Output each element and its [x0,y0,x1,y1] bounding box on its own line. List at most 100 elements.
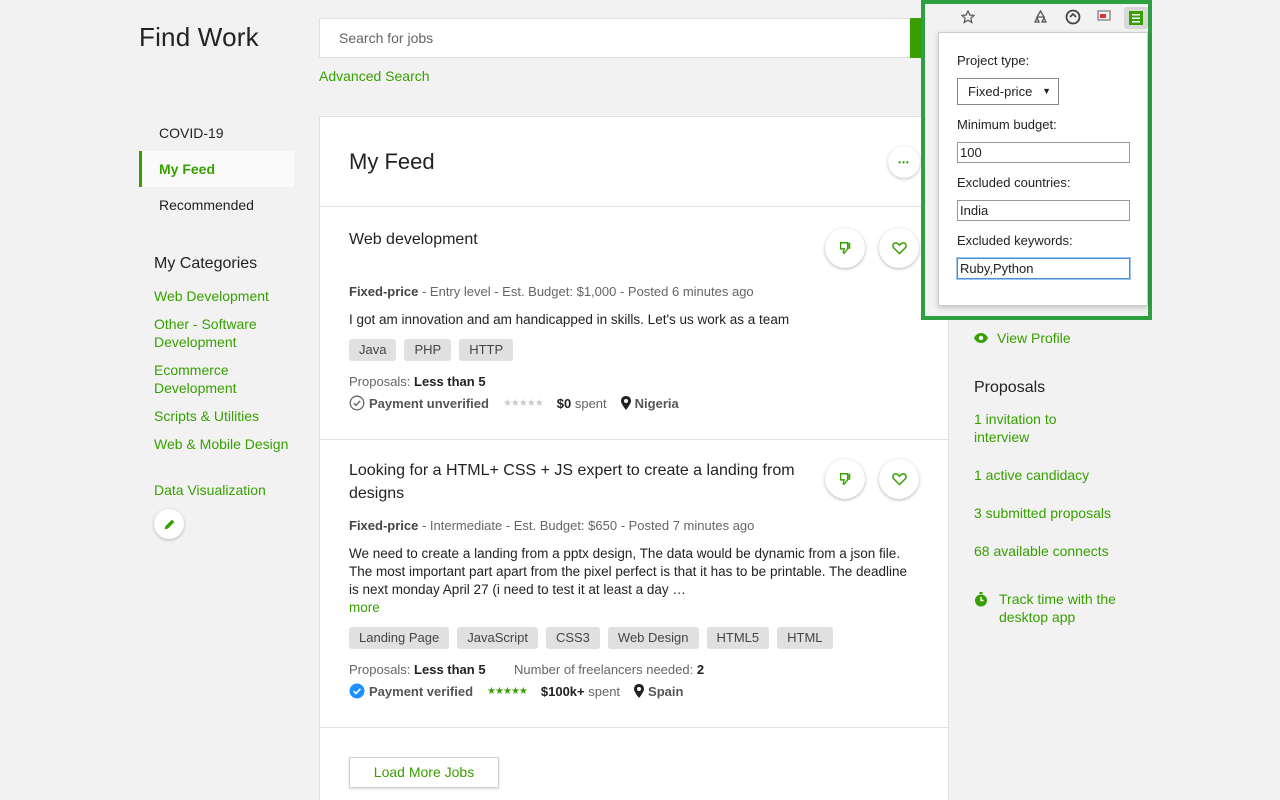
view-profile-link[interactable]: View Profile [974,329,1071,347]
job-details: - Intermediate - Est. Budget: $650 - Pos… [418,518,755,533]
job-description-text: We need to create a landing from a pptx … [349,546,908,597]
proposals-title: Proposals [974,379,1046,396]
view-profile-label[interactable]: View Profile [997,329,1071,347]
advanced-search-link[interactable]: Advanced Search [319,68,430,84]
save-job-button[interactable] [879,228,919,268]
proposals-link[interactable]: 1 invitation to interview [974,410,1114,446]
client-rating-stars: ★★★★★ [487,685,528,697]
freelancers-value: 2 [696,662,705,677]
job-tile[interactable]: Web development Fixed-price - Entry leve… [320,208,948,440]
eye-icon [974,333,988,343]
thumbs-down-icon [839,242,851,255]
feed-panel: My Feed ••• Web development Fixed-price … [319,116,949,800]
skill-tag[interactable]: Landing Page [349,627,450,649]
track-time-label[interactable]: Track time with the desktop app [999,590,1134,626]
extension-popup-frame: Project type: Fixed-price ▼ Minimum budg… [921,0,1152,320]
my-categories-title: My Categories [154,255,258,272]
freelancers-label: Number of freelancers needed: [514,662,694,677]
nav-item-my-feed[interactable]: My Feed [139,151,294,187]
spent-amount: $100k+ [540,683,585,699]
location-name: Nigeria [634,395,679,411]
client-location: Spain [634,684,683,699]
spent-label: spent [584,683,621,699]
proposals-link[interactable]: 3 submitted proposals [974,504,1111,522]
job-tile[interactable]: Looking for a HTML+ CSS + JS expert to c… [320,440,948,728]
skill-tag[interactable]: PHP [404,339,452,361]
cast-icon[interactable] [1097,10,1111,23]
skill-tag[interactable]: CSS3 [545,627,600,649]
sync-icon[interactable] [1065,9,1081,25]
dislike-button[interactable] [825,228,865,268]
job-title[interactable]: Web development [349,228,809,251]
job-type: Fixed-price [349,284,419,299]
minimum-budget-input[interactable]: 100 [957,142,1130,163]
job-tags: Java PHP HTTP [349,339,514,361]
filter-settings-panel: Project type: Fixed-price ▼ Minimum budg… [938,32,1148,306]
edit-categories-button[interactable] [154,509,184,539]
star-bookmark-icon[interactable] [961,10,975,24]
minimum-budget-label: Minimum budget: [957,117,1057,132]
proposals-count: Proposals: Less than 5 [349,662,486,677]
job-meta: Fixed-price - Entry level - Est. Budget:… [349,284,754,299]
more-icon: ••• [898,157,910,167]
job-details: - Entry level - Est. Budget: $1,000 - Po… [418,284,754,299]
extension-list-icon [1129,11,1143,25]
extension-button[interactable] [1124,7,1148,29]
excluded-countries-label: Excluded countries: [957,175,1071,190]
proposals-count: Proposals: Less than 5 [349,374,486,389]
search-input[interactable] [320,19,929,57]
proposals-link[interactable]: 68 available connects [974,542,1109,560]
recycle-icon[interactable] [1033,10,1048,25]
thumbs-down-icon [839,473,851,486]
skill-tag[interactable]: HTML5 [706,627,770,649]
search-box[interactable] [319,18,929,58]
category-link[interactable]: Web & Mobile Design [154,435,294,453]
location-name: Spain [648,683,684,699]
skill-tag[interactable]: Web Design [607,627,699,649]
job-tags: Landing Page JavaScript CSS3 Web Design … [349,627,833,649]
dropdown-arrow-icon: ▼ [1042,86,1051,96]
spent-amount: $0 [556,395,572,411]
project-type-label: Project type: [957,53,1030,68]
skill-tag[interactable]: HTML [777,627,833,649]
feed-options-button[interactable]: ••• [888,146,920,178]
save-job-button[interactable] [879,459,919,499]
load-more-jobs-button[interactable]: Load More Jobs [349,757,499,788]
verified-check-icon [349,683,365,699]
proposals-link[interactable]: 1 active candidacy [974,466,1089,484]
category-link[interactable]: Ecommerce Development [154,361,294,397]
skill-tag[interactable]: HTTP [459,339,514,361]
job-meta: Fixed-price - Intermediate - Est. Budget… [349,518,754,533]
category-link[interactable]: Data Visualization [154,481,294,499]
unverified-check-icon [349,395,365,411]
proposals-value: Less than 5 [414,662,486,677]
location-pin-icon [620,396,631,410]
browser-toolbar [925,4,1148,32]
job-title[interactable]: Looking for a HTML+ CSS + JS expert to c… [349,459,809,505]
client-info: Payment unverified ★★★★★ $0 spent Nigeri… [349,395,679,411]
category-link[interactable]: Scripts & Utilities [154,407,294,425]
freelancers-needed: Number of freelancers needed: 2 [514,662,704,677]
excluded-countries-input[interactable]: India [957,200,1130,221]
heart-icon [891,242,907,255]
pencil-icon [164,519,174,529]
feed-title: My Feed [349,149,435,174]
nav-item-covid-19[interactable]: COVID-19 [139,115,294,151]
category-link[interactable]: Web Development [154,287,294,305]
proposals-label: Proposals: [349,662,411,677]
track-time-link[interactable]: Track time with the desktop app [974,590,1134,626]
skill-tag[interactable]: JavaScript [457,627,538,649]
stopwatch-icon [975,592,987,607]
page-title: Find Work [139,22,259,52]
heart-icon [891,473,907,486]
dislike-button[interactable] [825,459,865,499]
payment-status: Payment verified [369,683,474,699]
category-link[interactable]: Other - Software Development [154,315,294,351]
project-type-select[interactable]: Fixed-price ▼ [957,78,1059,105]
more-link[interactable]: more [349,600,380,615]
nav-item-recommended[interactable]: Recommended [139,187,294,223]
skill-tag[interactable]: Java [349,339,397,361]
spent-label: spent [571,395,607,411]
excluded-keywords-input[interactable]: Ruby,Python [957,258,1130,279]
client-info: Payment verified ★★★★★ $100k+ spent Spai… [349,683,683,699]
